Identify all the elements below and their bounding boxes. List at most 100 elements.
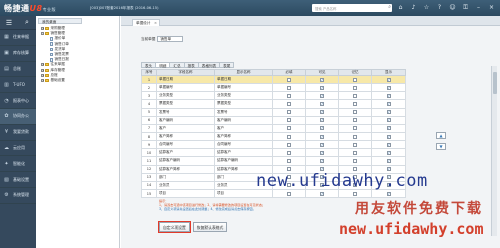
checked-checkbox[interactable]: ✓ [320,126,324,131]
checked-checkbox[interactable]: ✓ [320,142,324,147]
unchecked-checkbox[interactable] [353,142,357,147]
table-row[interactable]: 8 客户简称 客户简称 ✓ ✓ [141,131,406,142]
unchecked-checkbox[interactable] [287,110,291,115]
table-row[interactable]: 3 业务类型 业务类型 ✓ ✓ [141,91,406,101]
checked-checkbox[interactable]: ✓ [320,158,324,163]
collapse-icon[interactable]: - [41,32,44,36]
checked-checkbox[interactable]: ✓ [386,126,391,131]
unchecked-checkbox[interactable] [287,158,291,163]
unchecked-checkbox[interactable] [287,85,291,90]
nav-item[interactable]: ☁ 云应用 [0,141,36,157]
help-icon[interactable]: ? [435,3,444,12]
expand-icon[interactable]: + [41,63,44,67]
user-icon[interactable]: ☺ [448,3,457,12]
table-row[interactable]: 2 单据编号 单据编号 ✓ ✓ [141,83,406,93]
move-up-button[interactable]: ▲ [436,132,446,139]
nav-item[interactable]: ✿ 协同办公 [0,108,36,125]
unchecked-checkbox[interactable] [353,110,357,115]
checked-checkbox[interactable]: ✓ [386,150,391,155]
subtab[interactable]: 明细 [155,62,170,68]
home-icon[interactable]: ⌂ [396,3,405,12]
bill-name-field[interactable]: 销售单 [157,36,184,42]
custom-item-settings-button[interactable]: 自定义项设置 [158,221,191,233]
move-down-button[interactable]: ▼ [436,143,446,150]
expand-icon[interactable]: + [41,78,44,82]
expand-icon[interactable]: + [41,73,44,77]
unchecked-checkbox[interactable] [287,134,291,139]
unchecked-checkbox[interactable] [353,85,357,90]
unchecked-checkbox[interactable] [353,93,357,98]
unchecked-checkbox[interactable] [287,118,291,123]
subtab[interactable]: 报表 [183,62,198,68]
tab-bill-design[interactable]: 单据设计 × [132,19,160,26]
checked-checkbox[interactable]: ✓ [386,142,391,147]
restore-default-button[interactable]: 恢复默认表格式 [192,222,228,232]
unchecked-checkbox[interactable] [287,191,291,196]
unchecked-checkbox[interactable] [287,126,291,131]
expand-icon[interactable]: + [41,68,44,72]
nav-item[interactable]: ⚙ 系统管理 [0,188,36,204]
checked-checkbox[interactable]: ✓ [320,85,324,90]
nav-item[interactable]: ✦ 智能化 [0,156,36,173]
nav-item[interactable]: ¥ 我要贷款 [0,125,36,141]
table-row[interactable]: 5 发票号 发票号 ✓ ✓ [141,107,406,117]
minimize-icon[interactable]: – [474,3,483,12]
unchecked-checkbox[interactable] [287,101,291,106]
unchecked-checkbox[interactable] [353,77,357,82]
nav-item[interactable]: ◔ 报表中心 [0,93,36,109]
unchecked-checkbox[interactable] [287,142,291,147]
checked-checkbox[interactable]: ✓ [386,118,391,123]
close-icon[interactable]: × [487,3,496,12]
menu-icon[interactable]: ☰ [0,19,18,27]
unchecked-checkbox[interactable] [353,191,357,196]
unchecked-checkbox[interactable] [287,93,291,98]
unchecked-checkbox[interactable] [287,150,291,155]
table-row[interactable]: 1 单据日期 单据日期 ✓ ✓ [141,74,406,85]
lock-icon[interactable]: ⚿ [461,3,470,12]
tree-node[interactable]: + 基础设置 [37,78,119,83]
checked-checkbox[interactable]: ✓ [320,150,324,155]
checked-checkbox[interactable]: ✓ [320,191,324,196]
unchecked-checkbox[interactable] [353,101,357,106]
unchecked-checkbox[interactable] [353,158,357,163]
table-row[interactable]: 9 合同编号 合同编号 ✓ ✓ [141,140,406,150]
checked-checkbox[interactable]: ✓ [320,134,324,139]
table-row[interactable]: 6 客户编码 客户编码 ✓ ✓ [141,115,406,125]
star-icon[interactable]: ☆ [422,3,431,12]
subtab[interactable]: 表头 [141,62,156,68]
table-row[interactable]: 11 结算客户编码 结算客户编码 ✓ ✓ [141,156,406,166]
table-row[interactable]: 10 结算客户 结算客户 ✓ ✓ [141,148,406,158]
checked-checkbox[interactable]: ✓ [386,158,391,163]
nav-item[interactable]: ▥ T-UFO [0,77,36,94]
subtab[interactable]: 汇总 [169,62,184,68]
vertical-scrollbar[interactable] [491,66,497,236]
tab-desktop[interactable]: 我的桌面 [38,18,82,24]
checked-checkbox[interactable]: ✓ [320,101,324,106]
subtab[interactable]: 表尾 [219,62,235,68]
checked-checkbox[interactable]: ✓ [320,93,324,98]
unchecked-checkbox[interactable] [353,150,357,155]
unchecked-checkbox[interactable] [287,77,291,82]
search-icon[interactable]: ⌕ [18,18,36,27]
unchecked-checkbox[interactable] [353,134,357,139]
unchecked-checkbox[interactable] [353,118,357,123]
nav-item[interactable]: ▧ 基础设置 [0,172,36,188]
scroll-thumb[interactable] [493,72,497,94]
checked-checkbox[interactable]: ✓ [386,191,391,196]
search-input[interactable]: 搜索 产品名称 ⌕ [312,4,392,12]
checked-checkbox[interactable]: ✓ [386,101,391,106]
search-icon[interactable]: ⌕ [388,4,391,10]
checked-checkbox[interactable]: ✓ [386,93,391,98]
checked-checkbox[interactable]: ✓ [386,85,391,90]
table-row[interactable]: 4 票据类型 票据类型 ✓ ✓ [141,99,406,109]
bell-icon[interactable]: ♪ [409,3,418,12]
close-icon[interactable]: × [154,21,157,25]
nav-item[interactable]: ▣ 库存核算 [0,46,36,62]
nav-item[interactable]: ▤ 总账 [0,62,36,78]
checked-checkbox[interactable]: ✓ [386,110,391,115]
expand-icon[interactable]: + [41,27,44,31]
checked-checkbox[interactable]: ✓ [320,118,324,123]
unchecked-checkbox[interactable] [353,126,357,131]
checked-checkbox[interactable]: ✓ [320,110,324,115]
table-row[interactable]: 7 客户 客户 ✓ ✓ [141,123,406,133]
